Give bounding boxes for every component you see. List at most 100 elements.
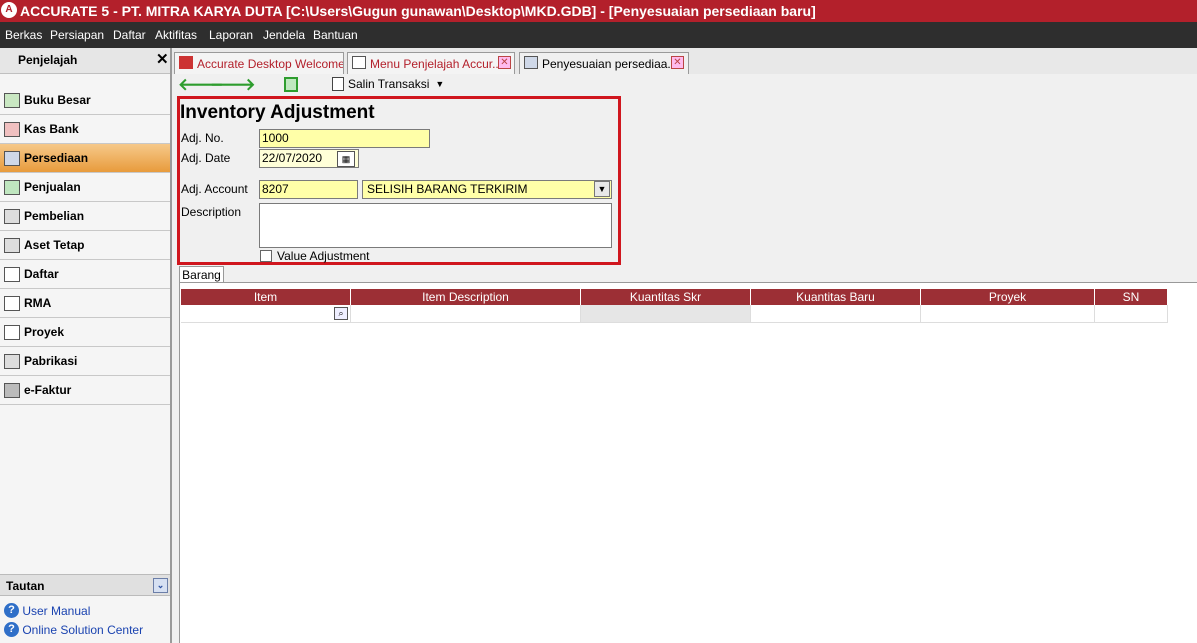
list-icon bbox=[4, 267, 20, 282]
menu-berkas[interactable]: Berkas bbox=[5, 28, 42, 42]
column-header-sn: SN bbox=[1095, 289, 1168, 305]
help-icon: ? bbox=[4, 603, 19, 619]
tautan-header: Tautan ⌄ bbox=[0, 574, 170, 596]
sidebar-item-pabrikasi[interactable]: Pabrikasi bbox=[0, 347, 170, 376]
sidebar-item-label: RMA bbox=[24, 296, 52, 310]
value-adjustment-label: Value Adjustment bbox=[277, 249, 370, 263]
chevron-down-icon: ▼ bbox=[435, 78, 445, 89]
rma-icon bbox=[4, 296, 20, 311]
chevron-down-icon[interactable]: ▼ bbox=[594, 181, 610, 197]
tab-label: Accurate Desktop Welcome... bbox=[197, 57, 344, 71]
tautan-title: Tautan bbox=[6, 579, 45, 593]
sidebar-item-kas-bank[interactable]: Kas Bank bbox=[0, 115, 170, 144]
menu-daftar[interactable]: Daftar bbox=[113, 28, 146, 42]
sidebar-item-persediaan[interactable]: Persediaan bbox=[0, 144, 170, 173]
tab-label: Menu Penjelajah Accur... bbox=[370, 57, 503, 71]
sidebar-item-label: Pembelian bbox=[24, 209, 85, 223]
menu-aktifitas[interactable]: Aktifitas bbox=[155, 28, 197, 42]
inventory-icon bbox=[4, 151, 20, 166]
close-icon[interactable]: ✕ bbox=[671, 56, 684, 69]
sidebar-item-label: Pabrikasi bbox=[24, 354, 78, 368]
tab-welcome[interactable]: Accurate Desktop Welcome... bbox=[174, 52, 344, 74]
sidebar-item-e-faktur[interactable]: e-Faktur bbox=[0, 376, 170, 405]
adj-account-name-select[interactable]: SELISIH BARANG TERKIRIM bbox=[362, 180, 612, 199]
kuantitas-baru-cell[interactable] bbox=[751, 305, 921, 323]
menu-persiapan[interactable]: Persiapan bbox=[50, 28, 104, 42]
column-header-item-description: Item Description bbox=[351, 289, 581, 305]
adj-account-label: Adj. Account bbox=[181, 182, 248, 196]
adj-no-label: Adj. No. bbox=[181, 131, 224, 145]
menu-laporan[interactable]: Laporan bbox=[209, 28, 253, 42]
explorer-sidebar: Penjelajah ✕ Buku Besar Kas Bank Persedi… bbox=[0, 48, 172, 643]
adj-no-field[interactable]: 1000 bbox=[259, 129, 430, 148]
column-header-proyek: Proyek bbox=[921, 289, 1095, 305]
value-adjustment-checkbox[interactable] bbox=[260, 250, 272, 262]
help-icon: ? bbox=[4, 622, 19, 638]
efaktur-icon bbox=[4, 383, 20, 398]
kuantitas-skr-cell bbox=[581, 305, 751, 323]
house-icon bbox=[4, 238, 20, 253]
proyek-cell[interactable] bbox=[921, 305, 1095, 323]
calendar-icon[interactable]: ▦ bbox=[337, 151, 355, 167]
sidebar-item-label: Aset Tetap bbox=[24, 238, 85, 252]
salin-transaksi-button[interactable]: Salin Transaksi ▼ bbox=[332, 76, 444, 94]
copy-icon[interactable] bbox=[284, 77, 298, 92]
accurate-tab-icon bbox=[179, 56, 193, 69]
sidebar-item-rma[interactable]: RMA bbox=[0, 289, 170, 318]
window-title: ACCURATE 5 - PT. MITRA KARYA DUTA [C:\Us… bbox=[20, 3, 816, 19]
sidebar-item-label: Kas Bank bbox=[24, 122, 79, 136]
link-label[interactable]: User Manual bbox=[22, 604, 90, 618]
sidebar-item-proyek[interactable]: Proyek bbox=[0, 318, 170, 347]
title-bar: A ACCURATE 5 - PT. MITRA KARYA DUTA [C:\… bbox=[0, 0, 1197, 22]
sidebar-item-label: e-Faktur bbox=[24, 383, 72, 397]
inventory-icon bbox=[524, 56, 538, 69]
column-header-kuantitas-skr: Kuantitas Skr bbox=[581, 289, 751, 305]
forward-arrow-icon[interactable]: 🡒 bbox=[210, 76, 256, 93]
column-header-kuantitas-baru: Kuantitas Baru bbox=[751, 289, 921, 305]
link-online-solution-center[interactable]: ? Online Solution Center bbox=[4, 622, 143, 640]
sales-icon bbox=[4, 180, 20, 195]
tab-penyesuaian[interactable]: Penyesuaian persediaa... ✕ bbox=[519, 52, 689, 75]
sidebar-item-label: Daftar bbox=[24, 267, 59, 281]
search-icon[interactable]: ⌕ bbox=[334, 307, 348, 320]
bank-icon bbox=[4, 122, 20, 137]
tab-barang[interactable]: Barang bbox=[179, 266, 224, 283]
item-description-cell[interactable] bbox=[351, 305, 581, 323]
document-copy-icon bbox=[332, 76, 344, 91]
sn-cell[interactable] bbox=[1095, 305, 1168, 323]
adj-account-code-field[interactable]: 8207 bbox=[259, 180, 358, 199]
chevron-down-icon[interactable]: ⌄ bbox=[153, 578, 168, 593]
menu-bar: Berkas Persiapan Daftar Aktifitas Lapora… bbox=[0, 22, 1197, 48]
sidebar-item-label: Proyek bbox=[24, 325, 65, 339]
close-icon[interactable]: ✕ bbox=[498, 56, 511, 69]
item-cell[interactable] bbox=[181, 305, 351, 323]
menu-bantuan[interactable]: Bantuan bbox=[313, 28, 358, 42]
accurate-logo-icon: A bbox=[1, 2, 17, 18]
sidebar-item-label: Buku Besar bbox=[24, 93, 91, 107]
link-label[interactable]: Online Solution Center bbox=[22, 623, 143, 637]
item-grid bbox=[179, 282, 1197, 643]
link-user-manual[interactable]: ? User Manual bbox=[4, 603, 90, 621]
description-label: Description bbox=[181, 205, 242, 219]
sidebar-item-pembelian[interactable]: Pembelian bbox=[0, 202, 170, 231]
adj-date-label: Adj. Date bbox=[181, 151, 231, 165]
cart-icon bbox=[4, 209, 20, 224]
sidebar-item-label: Persediaan bbox=[24, 151, 89, 165]
document-tabs: Accurate Desktop Welcome... Menu Penjela… bbox=[172, 48, 1197, 75]
menu-jendela[interactable]: Jendela bbox=[263, 28, 305, 42]
ledger-icon bbox=[4, 93, 20, 108]
sidebar-title: Penjelajah bbox=[18, 53, 78, 67]
document-icon bbox=[352, 56, 366, 69]
sidebar-item-aset-tetap[interactable]: Aset Tetap bbox=[0, 231, 170, 260]
sidebar-item-label: Penjualan bbox=[24, 180, 81, 194]
tab-menu-penjelajah[interactable]: Menu Penjelajah Accur... ✕ bbox=[347, 52, 515, 74]
close-icon[interactable]: ✕ bbox=[156, 50, 169, 68]
sidebar-item-daftar[interactable]: Daftar bbox=[0, 260, 170, 289]
column-header-item: Item bbox=[181, 289, 351, 305]
sidebar-item-buku-besar[interactable]: Buku Besar bbox=[0, 86, 170, 115]
description-field[interactable] bbox=[259, 203, 612, 248]
toolbar: 🡐 🡒 Salin Transaksi ▼ bbox=[172, 74, 1197, 96]
sidebar-item-penjualan[interactable]: Penjualan bbox=[0, 173, 170, 202]
page-title: Inventory Adjustment bbox=[180, 102, 375, 123]
tab-label: Penyesuaian persediaa... bbox=[542, 57, 678, 71]
